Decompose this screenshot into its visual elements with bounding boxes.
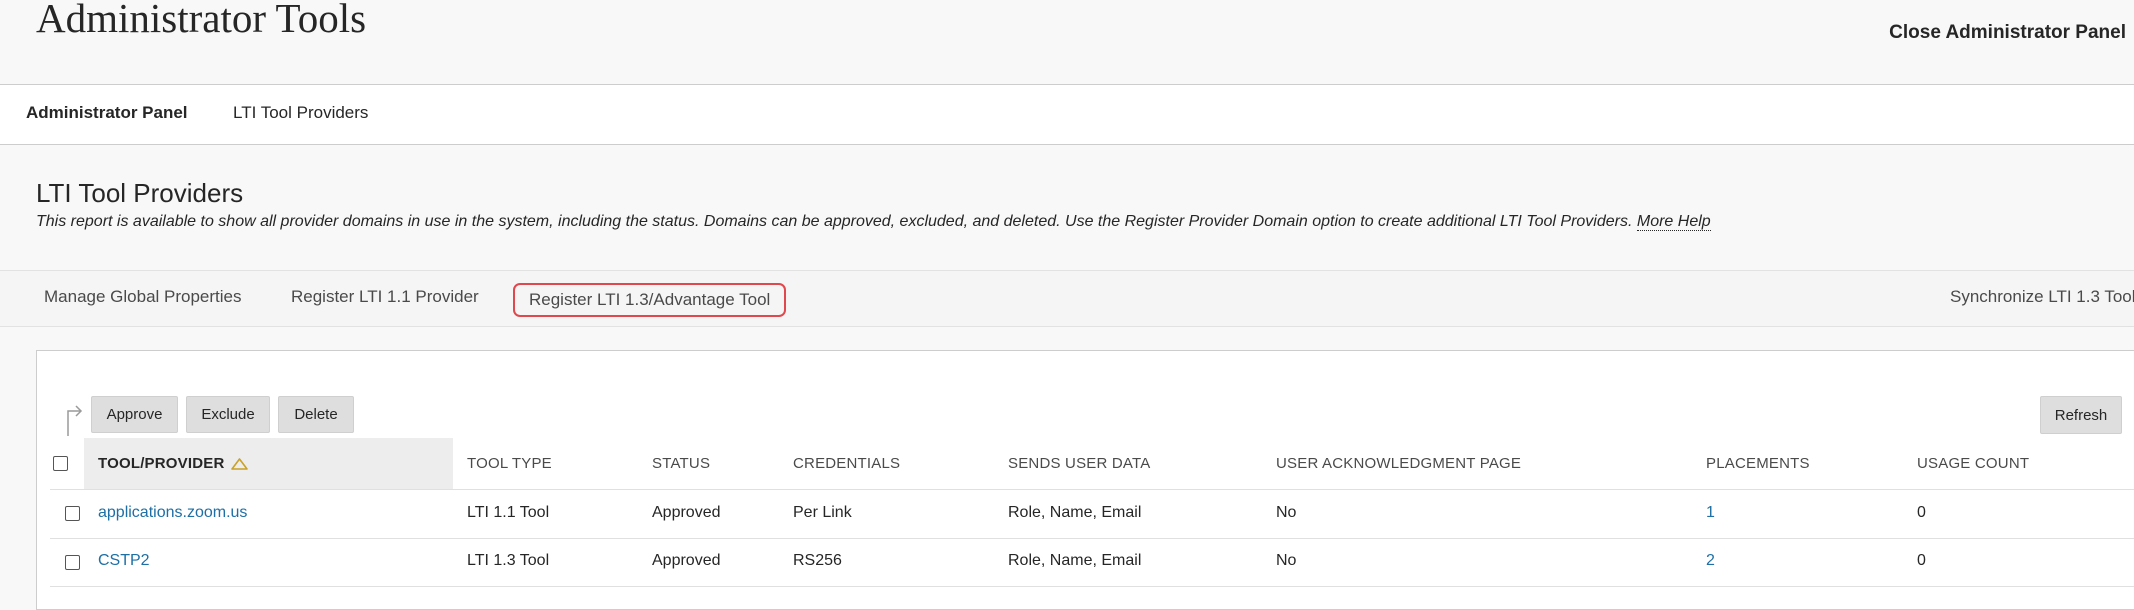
top-header: Administrator Tools Close Administrator …: [0, 0, 2134, 84]
delete-button[interactable]: Delete: [278, 396, 354, 433]
placements-link[interactable]: 1: [1706, 504, 1715, 522]
register-lti-13-advantage-tool-button[interactable]: Register LTI 1.3/Advantage Tool: [513, 283, 787, 317]
row-divider: [50, 538, 2134, 539]
section-description-text: This report is available to show all pro…: [36, 213, 1633, 230]
breadcrumb-administrator-panel[interactable]: Administrator Panel: [26, 103, 188, 123]
placements-link[interactable]: 2: [1706, 552, 1715, 570]
tool-provider-link[interactable]: CSTP2: [98, 552, 150, 570]
column-header-status[interactable]: STATUS: [652, 455, 710, 472]
column-header-sends-user-data[interactable]: SENDS USER DATA: [1008, 455, 1150, 472]
close-administrator-panel-link[interactable]: Close Administrator Panel: [1889, 22, 2126, 44]
more-help-link[interactable]: More Help: [1636, 213, 1711, 231]
row-checkbox[interactable]: [65, 555, 80, 570]
manage-global-properties-button[interactable]: Manage Global Properties: [44, 287, 242, 307]
user-acknowledgment-cell: No: [1276, 552, 1297, 569]
register-lti-11-provider-button[interactable]: Register LTI 1.1 Provider: [291, 287, 479, 307]
action-bar: Manage Global Properties Register LTI 1.…: [0, 270, 2134, 327]
usage-count-cell: 0: [1917, 552, 1926, 569]
section-title: LTI Tool Providers: [36, 178, 244, 208]
column-header-user-acknowledgment-page[interactable]: USER ACKNOWLEDGMENT PAGE: [1276, 455, 1521, 472]
corner-arrow-icon: [67, 405, 83, 436]
page-title: Administrator Tools: [36, 0, 367, 41]
synchronize-lti-13-tools-button[interactable]: Synchronize LTI 1.3 Tools: [1950, 287, 2134, 307]
user-acknowledgment-cell: No: [1276, 504, 1297, 521]
approve-button[interactable]: Approve: [91, 396, 178, 433]
column-header-tool-type[interactable]: TOOL TYPE: [467, 455, 552, 472]
sort-ascending-icon[interactable]: [230, 457, 249, 471]
status-cell: Approved: [652, 552, 721, 569]
tool-type-cell: LTI 1.1 Tool: [467, 504, 550, 521]
column-header-usage-count[interactable]: USAGE COUNT: [1917, 455, 2029, 472]
credentials-cell: RS256: [793, 552, 842, 569]
column-header-placements[interactable]: PLACEMENTS: [1706, 455, 1810, 472]
refresh-button[interactable]: Refresh: [2040, 396, 2122, 434]
row-checkbox[interactable]: [65, 506, 80, 521]
section-description: This report is available to show all pro…: [36, 213, 1711, 231]
row-divider: [50, 586, 2134, 587]
usage-count-cell: 0: [1917, 504, 1926, 521]
breadcrumb: Administrator Panel LTI Tool Providers: [0, 84, 2134, 145]
credentials-cell: Per Link: [793, 504, 852, 521]
status-cell: Approved: [652, 504, 721, 521]
row-divider: [50, 489, 2134, 490]
sends-user-data-cell: Role, Name, Email: [1008, 504, 1142, 521]
select-all-checkbox[interactable]: [53, 456, 68, 471]
sends-user-data-cell: Role, Name, Email: [1008, 552, 1142, 569]
breadcrumb-lti-tool-providers: LTI Tool Providers: [233, 103, 369, 122]
column-header-credentials[interactable]: CREDENTIALS: [793, 455, 900, 472]
exclude-button[interactable]: Exclude: [186, 396, 270, 433]
tool-provider-link[interactable]: applications.zoom.us: [98, 504, 247, 522]
tool-type-cell: LTI 1.3 Tool: [467, 552, 550, 569]
column-header-tool-provider[interactable]: TOOL/PROVIDER: [98, 455, 225, 472]
